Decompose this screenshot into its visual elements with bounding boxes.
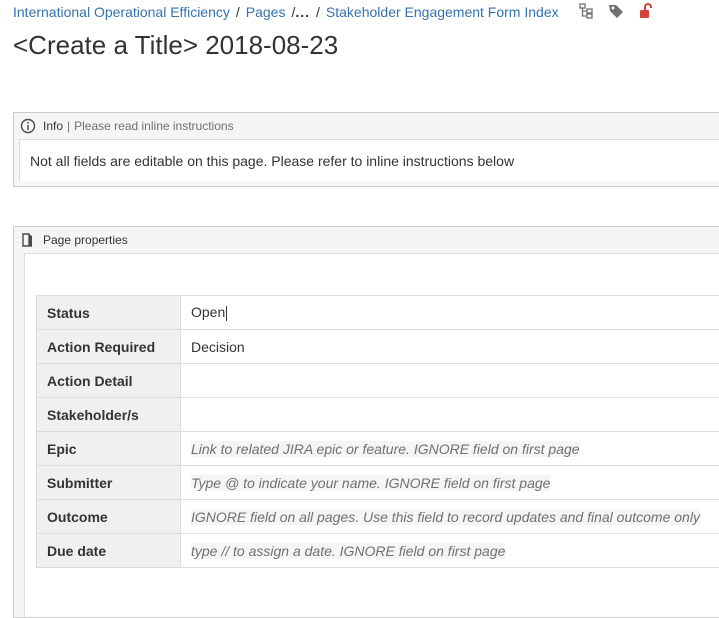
property-key: Action Detail bbox=[36, 363, 181, 398]
page-properties-icon bbox=[20, 232, 36, 248]
unlocked-padlock-icon[interactable] bbox=[638, 3, 654, 19]
breadcrumb-separator: / bbox=[316, 4, 320, 20]
property-value-cell[interactable]: Open bbox=[180, 295, 719, 330]
property-key: Due date bbox=[36, 533, 181, 568]
page-properties-table: Status Open Action Required Decision Action … bbox=[36, 295, 719, 568]
property-value-cell[interactable]: Link to related JIRA epic or feature. IG… bbox=[180, 431, 719, 466]
info-panel-label: Info bbox=[43, 119, 64, 133]
breadcrumb-pages-link[interactable]: Pages bbox=[246, 4, 286, 20]
info-panel-hint: Please read inline instructions bbox=[74, 119, 234, 133]
property-value-cell[interactable] bbox=[180, 397, 719, 432]
breadcrumb: International Operational Efficiency / P… bbox=[13, 4, 559, 20]
page-properties-label: Page properties bbox=[43, 233, 128, 247]
property-placeholder: type // to assign a date. IGNORE field o… bbox=[191, 542, 506, 559]
property-value: Decision bbox=[191, 338, 245, 355]
property-row: Submitter Type @ to indicate your name. I… bbox=[36, 465, 719, 500]
property-row: Due date type // to assign a date. IGNORE… bbox=[36, 533, 719, 568]
breadcrumb-ellipsis[interactable]: ... bbox=[295, 4, 310, 20]
breadcrumb-space-link[interactable]: International Operational Efficiency bbox=[13, 4, 230, 20]
property-value: Open bbox=[191, 304, 226, 321]
page-title[interactable]: <Create a Title> 2018-08-23 bbox=[13, 30, 338, 61]
property-placeholder: Type @ to indicate your name. IGNORE fie… bbox=[191, 474, 551, 491]
info-panel-header: Info | Please read inline instructions bbox=[14, 113, 719, 139]
property-row: Status Open bbox=[36, 295, 719, 330]
property-key: Epic bbox=[36, 431, 181, 466]
property-value-cell[interactable]: Type @ to indicate your name. IGNORE fie… bbox=[180, 465, 719, 500]
property-row: Outcome IGNORE field on all pages. Use th… bbox=[36, 499, 719, 534]
property-row: Action Detail bbox=[36, 363, 719, 398]
property-key: Outcome bbox=[36, 499, 181, 534]
text-cursor bbox=[226, 305, 228, 321]
page-properties-header: Page properties bbox=[14, 227, 719, 253]
info-message: Not all fields are editable on this page… bbox=[30, 152, 515, 169]
page-properties-body: Status Open Action Required Decision Action … bbox=[24, 253, 719, 617]
page-tools bbox=[578, 3, 654, 19]
property-row: Stakeholder/s bbox=[36, 397, 719, 432]
label-tag-icon[interactable] bbox=[608, 3, 624, 19]
property-value-cell[interactable]: type // to assign a date. IGNORE field o… bbox=[180, 533, 719, 568]
property-value-cell[interactable] bbox=[180, 363, 719, 398]
breadcrumb-separator: / bbox=[235, 4, 240, 20]
property-key: Stakeholder/s bbox=[36, 397, 181, 432]
property-placeholder: IGNORE field on all pages. Use this fiel… bbox=[191, 508, 700, 525]
property-placeholder: Link to related JIRA epic or feature. IG… bbox=[191, 440, 580, 457]
info-panel-divider: | bbox=[67, 119, 71, 133]
page-properties-panel: Page properties Status Open Action Require… bbox=[13, 226, 719, 618]
page-tree-icon[interactable] bbox=[578, 3, 594, 19]
property-key: Submitter bbox=[36, 465, 181, 500]
property-value-cell[interactable]: IGNORE field on all pages. Use this fiel… bbox=[180, 499, 719, 534]
breadcrumb-parent-link[interactable]: Stakeholder Engagement Form Index bbox=[326, 4, 559, 20]
property-row: Epic Link to related JIRA epic or feature… bbox=[36, 431, 719, 466]
info-circle-icon bbox=[20, 118, 36, 134]
property-key: Status bbox=[36, 295, 181, 330]
property-value-cell[interactable]: Decision bbox=[180, 329, 719, 364]
info-panel: Info | Please read inline instructions N… bbox=[13, 112, 719, 187]
info-panel-body: Not all fields are editable on this page… bbox=[19, 139, 719, 181]
property-key: Action Required bbox=[36, 329, 181, 364]
property-row: Action Required Decision bbox=[36, 329, 719, 364]
